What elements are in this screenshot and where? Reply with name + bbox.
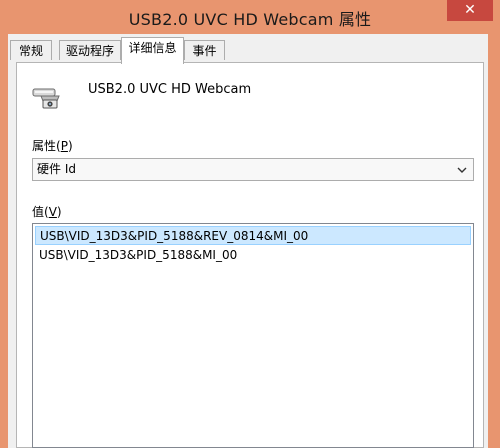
tab-driver[interactable]: 驱动程序 bbox=[59, 40, 121, 60]
tab-events[interactable]: 事件 bbox=[184, 40, 225, 60]
webcam-icon bbox=[32, 88, 60, 109]
tab-details[interactable]: 详细信息 bbox=[121, 37, 184, 64]
list-item[interactable]: USB\VID_13D3&PID_5188&MI_00 bbox=[35, 246, 471, 265]
window-border-right bbox=[488, 34, 500, 448]
property-label-text: 属性( bbox=[32, 139, 61, 153]
window-border-left bbox=[0, 34, 8, 448]
value-label-accesskey: V bbox=[48, 205, 57, 219]
value-label-text: 值( bbox=[32, 205, 49, 219]
list-item[interactable]: USB\VID_13D3&PID_5188&REV_0814&MI_00 bbox=[35, 226, 471, 245]
property-label: 属性(P) bbox=[32, 137, 73, 154]
window-title: USB2.0 UVC HD Webcam 属性 bbox=[128, 10, 372, 29]
property-label-close: ) bbox=[67, 139, 73, 153]
chevron-down-icon bbox=[457, 167, 467, 173]
close-icon: ✕ bbox=[464, 2, 476, 18]
property-label-accesskey: P bbox=[60, 139, 68, 153]
value-label-close: ) bbox=[56, 205, 62, 219]
close-button[interactable]: ✕ bbox=[447, 0, 493, 21]
property-dropdown[interactable]: 硬件 Id bbox=[32, 158, 474, 181]
title-bar[interactable]: USB2.0 UVC HD Webcam 属性 ✕ bbox=[0, 0, 500, 34]
tab-strip: 常规 驱动程序 详细信息 事件 bbox=[8, 34, 488, 64]
value-listbox[interactable]: USB\VID_13D3&PID_5188&REV_0814&MI_00 USB… bbox=[32, 223, 474, 448]
property-selected-value: 硬件 Id bbox=[37, 162, 76, 176]
device-name: USB2.0 UVC HD Webcam bbox=[88, 82, 252, 97]
value-label: 值(V) bbox=[32, 203, 62, 220]
tab-general[interactable]: 常规 bbox=[10, 40, 52, 60]
